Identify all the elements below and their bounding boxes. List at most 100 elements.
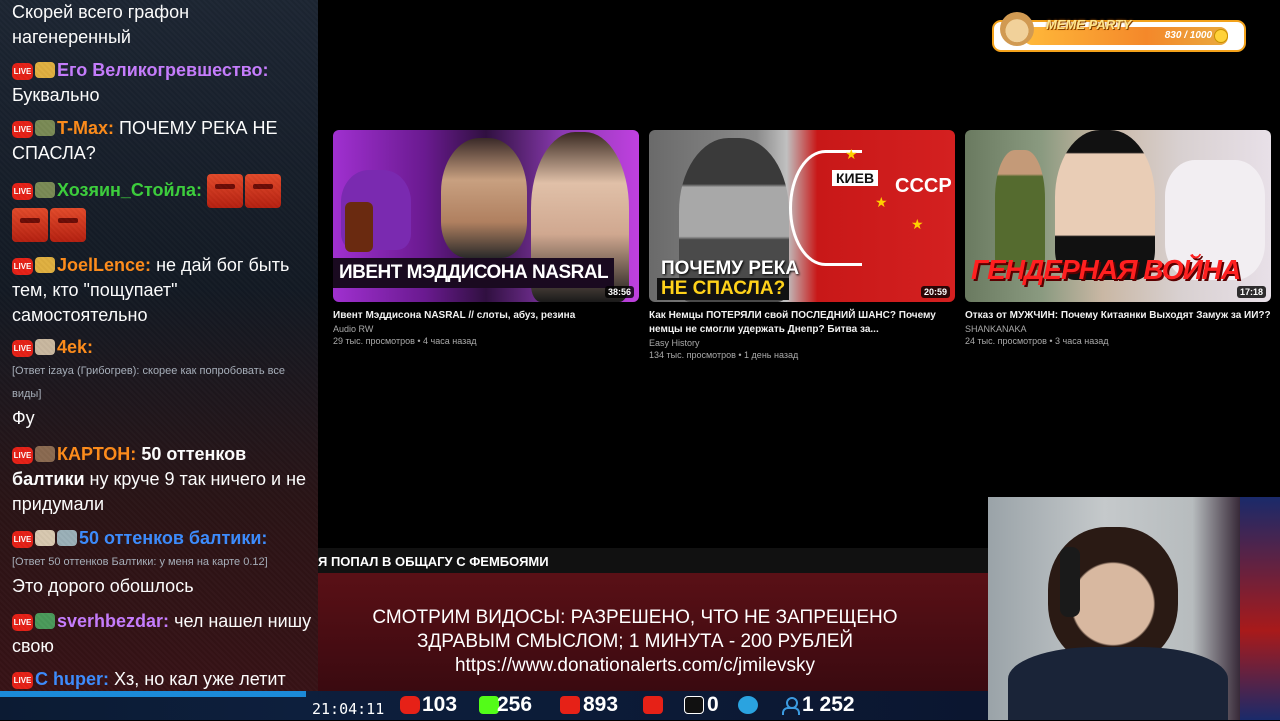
video-title[interactable]: Ивент Мэддисона NASRAL // слоты, абуз, р… [333,309,639,323]
coin-icon [1214,29,1228,43]
star-icon: ★ [845,146,858,162]
status-accent [0,691,306,697]
vklive-viewers: 893 [583,693,619,716]
meme-party-widget: MEME PARTY 830 / 1000 [992,12,1246,52]
chat-message: LIVE sverhbezdar: чел нашел нишу свою [12,609,312,659]
video-thumbnail[interactable]: ГЕНДЕРНАЯ ВОЙНА 17:18 [965,130,1271,302]
chat-nick: Хозяин_Стойла: [57,179,203,200]
chat-message: LIVE Хозяин_Стойла: [12,174,312,242]
rutube-icon [684,696,704,714]
banner-link: https://www.donationalerts.com/c/jmilevs… [454,655,816,676]
map-city-label: КИЕВ [832,170,879,186]
chat-nick: sverhbezdar: [57,611,170,631]
youtube-icon [400,696,420,714]
user-badge-icon [35,257,55,273]
thumbnail-title: ГЕНДЕРНАЯ ВОЙНА [971,254,1241,285]
kick-viewers: 256 [497,693,533,716]
chat-nick: JoelLence: [57,255,152,275]
chat-text: Фу [12,408,35,428]
banner-line: ЗДРАВЫМ СМЫСЛОМ; 1 МИНУТА - 200 РУБЛЕЙ [416,631,854,652]
bottle-icon [345,202,373,252]
youtube-viewers: 103 [422,693,458,716]
chat-message: LIVE КАРТОН: 50 оттенков балтики ну круче… [12,442,312,517]
doge-icon [1000,12,1034,46]
video-card[interactable]: ИВЕНТ МЭДДИСОНА NASRAL 38:56 Ивент Мэдди… [333,130,639,346]
video-title[interactable]: Отказ от МУЖЧИН: Почему Китаянки Выходят… [965,309,1271,323]
vklive-icon [560,696,580,714]
chat-text: Буквально [12,85,100,105]
video-duration: 38:56 [604,286,634,298]
chat-message: LIVE 4ek: [Ответ izaya (Грибогрев): скоре… [12,335,312,431]
chat-nick: 50 оттенков балтики: [79,528,268,548]
map-arrows-icon [789,150,862,266]
video-duration: 20:59 [920,286,950,298]
live-badge-icon: LIVE [12,63,33,80]
chat-message: LIVE 50 оттенков балтики: [Ответ 50 оттен… [12,526,312,599]
user-icon [780,696,800,715]
kick-icon [479,696,499,714]
thumbnail-title: ПОЧЕМУ РЕКА [661,258,800,279]
video-card[interactable]: ГЕНДЕРНАЯ ВОЙНА 17:18 Отказ от МУЖЧИН: П… [965,130,1271,346]
chat-reply: [Ответ 50 оттенков Балтики: у меня на ка… [12,556,268,568]
video-meta: 29 тыс. просмотров • 4 часа назад [333,336,477,346]
live-badge-icon: LIVE [12,672,33,689]
chat-nick: C huper: [35,669,109,689]
star-icon: ★ [875,194,888,210]
chat-reply: [Ответ izaya (Грибогрев): скорее как поп… [12,365,285,400]
user-badge-icon [35,120,55,136]
user-badge-icon [35,181,55,198]
video-card[interactable]: КИЕВ СССР ★ ★ ★ ПОЧЕМУ РЕКА НЕ СПАСЛА? 2… [649,130,955,360]
video-channel[interactable]: SHANKANAKA [965,324,1271,334]
live-badge-icon: LIVE [12,258,33,275]
chat-nick: Его Великогревшество: [57,60,269,80]
meme-party-progress: 830 / 1000 [1164,30,1212,41]
live-badge-icon: LIVE [12,531,33,548]
play-icon [643,696,663,714]
video-channel[interactable]: Audio RW [333,324,639,334]
star-icon: ★ [911,216,924,232]
user-badge-icon [35,613,55,629]
angry-emote-icon [207,174,244,208]
streamer-shirt-icon [1008,647,1228,720]
chat-panel: Скорей всего графон нагенеренный LIVE Его… [0,0,318,720]
video-thumbnail[interactable]: КИЕВ СССР ★ ★ ★ ПОЧЕМУ РЕКА НЕ СПАСЛА? 2… [649,130,955,302]
man-face-icon [441,138,527,258]
angry-emote-icon [50,208,86,242]
rutube-viewers: 0 [707,693,719,716]
live-badge-icon: LIVE [12,182,33,200]
thumbnail-subtitle: НЕ СПАСЛА? [657,278,790,300]
user-badge-icon [35,446,55,462]
chat-text: Это дорого обошлось [12,576,194,596]
live-badge-icon: LIVE [12,614,33,631]
user-badge-icon [35,530,55,546]
ticker-text: Я ПОПАЛ В ОБЩАГУ С ФЕМБОЯМИ [318,554,549,569]
video-duration: 17:18 [1236,286,1266,298]
man-figure-icon [995,150,1045,270]
chat-message: Скорей всего графон нагенеренный [12,0,312,50]
video-title[interactable]: Как Немцы ПОТЕРЯЛИ свой ПОСЛЕДНИЙ ШАНС? … [649,309,955,337]
chat-nick: 4ek: [57,337,94,357]
headphones-icon [1060,547,1080,617]
angry-emote-icon [245,174,282,208]
chat-nick: КАРТОН: [57,444,137,464]
clock: 21:04:11 [312,700,385,718]
flag-icon [1240,497,1280,720]
video-thumbnail[interactable]: ИВЕНТ МЭДДИСОНА NASRAL 38:56 [333,130,639,302]
banner-line: СМОТРИМ ВИДОСЫ: РАЗРЕШЕНО, ЧТО НЕ ЗАПРЕЩ… [372,607,898,628]
chat-message: LIVE JoelLence: не дай бог быть тем, кто … [12,253,312,328]
video-channel[interactable]: Easy History [649,338,955,348]
map-country-label: СССР [895,175,952,197]
live-badge-icon: LIVE [12,121,33,138]
user-badge-icon [35,62,55,78]
chat-message: LIVE Его Великогревшество: Буквально [12,58,312,108]
chat-message: LIVE T-Max: ПОЧЕМУ РЕКА НЕ СПАСЛА? [12,116,312,166]
user-badge-icon [35,339,55,355]
thumbnail-title: ИВЕНТ МЭДДИСОНА NASRAL [333,258,615,288]
meme-party-label: MEME PARTY [1046,17,1132,32]
total-viewers: 1 252 [802,693,855,716]
live-badge-icon: LIVE [12,447,33,464]
webcam-feed [988,497,1280,720]
angry-emote-icon [12,208,48,242]
user-badge-icon [57,530,77,546]
video-meta: 24 тыс. просмотров • 3 часа назад [965,336,1109,346]
